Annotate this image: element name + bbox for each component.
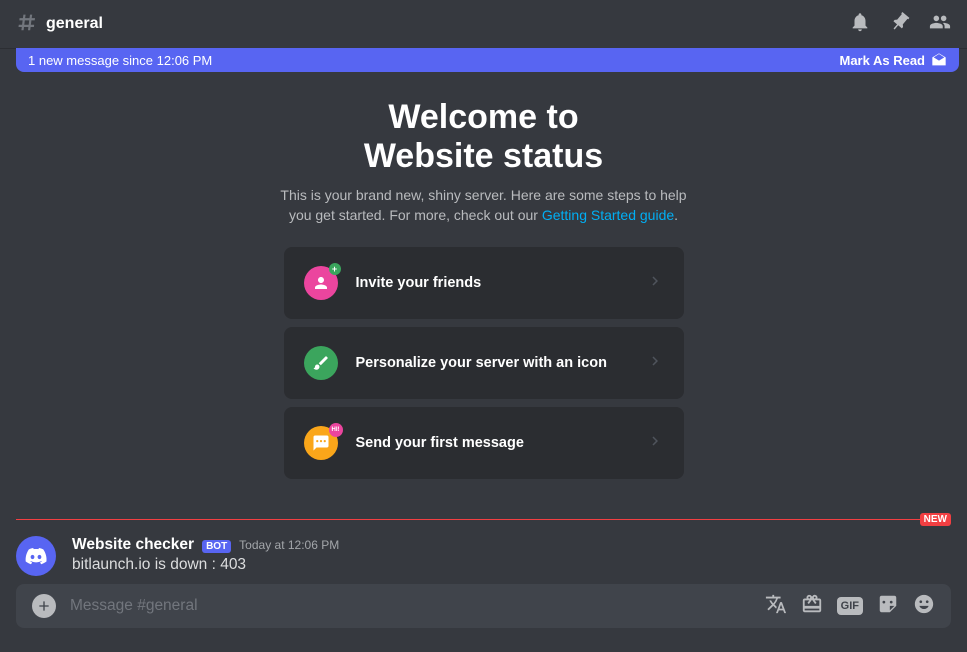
onboarding-cards: + Invite your friends Personalize your s… [284, 247, 684, 479]
channel-name: general [46, 15, 103, 33]
header-left: general [16, 11, 103, 38]
welcome-title: Welcome to Website status [274, 98, 694, 176]
pin-icon[interactable] [889, 11, 911, 38]
message-content: bitlaunch.io is down : 403 [72, 556, 951, 574]
members-icon[interactable] [929, 11, 951, 38]
new-messages-text: 1 new message since 12:06 PM [28, 53, 212, 68]
message-body: Website checker BOT Today at 12:06 PM bi… [72, 536, 951, 576]
card-label: Invite your friends [356, 275, 482, 291]
card-personalize[interactable]: Personalize your server with an icon [284, 327, 684, 399]
getting-started-link[interactable]: Getting Started guide [542, 207, 674, 223]
message-input[interactable]: Message #general GIF [16, 584, 951, 628]
input-placeholder: Message #general [70, 597, 751, 615]
gift-icon[interactable] [801, 593, 823, 620]
sticker-icon[interactable] [877, 593, 899, 620]
message-icon: HI! [304, 426, 338, 460]
mark-read-icon [931, 52, 947, 68]
welcome-title-line1: Welcome to [388, 98, 578, 136]
attach-button[interactable] [32, 594, 56, 618]
header-icons [849, 11, 951, 38]
hash-icon [16, 11, 38, 38]
chevron-right-icon [646, 352, 664, 375]
invite-icon: + [304, 266, 338, 300]
card-invite-friends[interactable]: + Invite your friends [284, 247, 684, 319]
notifications-icon[interactable] [849, 11, 871, 38]
card-label: Send your first message [356, 435, 524, 451]
mark-as-read-button[interactable]: Mark As Read [840, 52, 948, 68]
emoji-icon[interactable] [913, 593, 935, 620]
new-messages-bar[interactable]: 1 new message since 12:06 PM Mark As Rea… [16, 48, 959, 72]
bot-tag: BOT [202, 540, 231, 553]
gif-button[interactable]: GIF [837, 597, 863, 615]
welcome-description: This is your brand new, shiny server. He… [274, 186, 694, 225]
mark-as-read-label: Mark As Read [840, 53, 926, 68]
welcome-desc-suffix: . [674, 207, 678, 223]
new-divider: NEW [16, 519, 951, 520]
welcome-title-line2: Website status [364, 137, 603, 175]
message-timestamp: Today at 12:06 PM [239, 538, 339, 552]
welcome-block: Welcome to Website status This is your b… [274, 98, 694, 225]
card-first-message[interactable]: HI! Send your first message [284, 407, 684, 479]
translate-icon[interactable] [765, 593, 787, 620]
message-header: Website checker BOT Today at 12:06 PM [72, 536, 951, 554]
chevron-right-icon [646, 272, 664, 295]
new-badge: NEW [920, 513, 951, 526]
plus-badge-icon: + [329, 263, 341, 275]
message-author[interactable]: Website checker [72, 536, 194, 554]
personalize-icon [304, 346, 338, 380]
divider-line [16, 519, 951, 520]
channel-header: general [0, 0, 967, 48]
message-row: Website checker BOT Today at 12:06 PM bi… [16, 532, 951, 584]
card-label: Personalize your server with an icon [356, 355, 607, 371]
message-input-area: Message #general GIF [16, 584, 951, 628]
hi-badge-icon: HI! [329, 423, 343, 437]
chevron-right-icon [646, 432, 664, 455]
messages-area: Welcome to Website status This is your b… [0, 72, 967, 584]
avatar[interactable] [16, 536, 56, 576]
input-right-icons: GIF [765, 593, 935, 620]
